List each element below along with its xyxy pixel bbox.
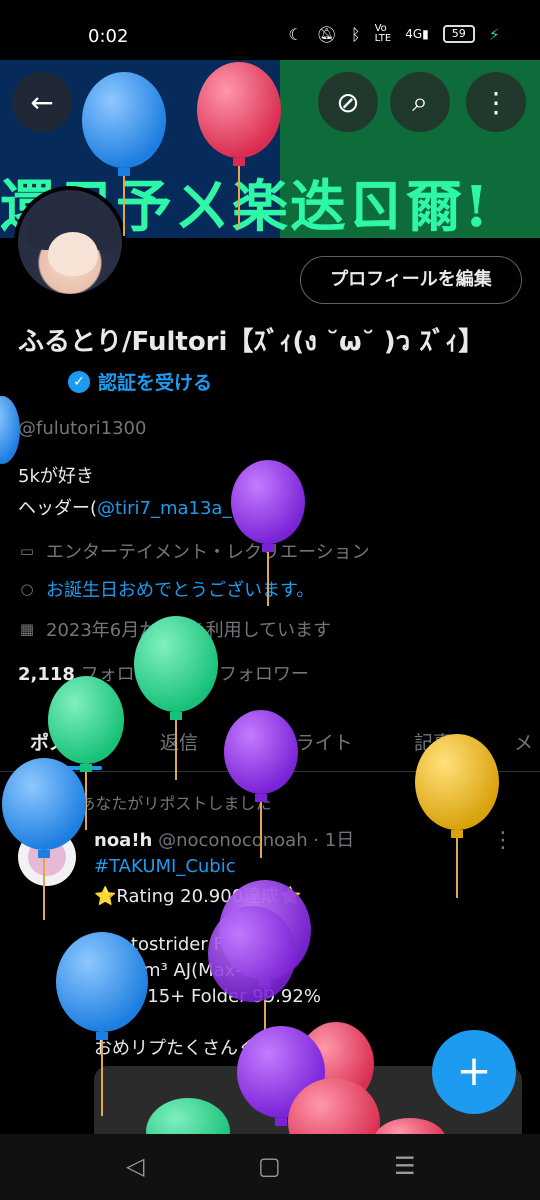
charging-icon: ⚡︎ [488,24,500,44]
briefcase-icon: ▭ [19,542,35,560]
nav-recents-icon[interactable]: ☰ [394,1152,416,1180]
post-time: · 1日 [313,830,355,851]
profile-handle: @fulutori1300 [18,418,147,439]
post-text-line: Cuvism³ AJ(Max-6) [94,960,261,981]
balloon [0,396,20,464]
bio-line-1: 5kが好き [18,466,94,487]
get-verified-label: 認証を受ける [98,372,213,394]
post-author-name[interactable]: noa!h [94,830,152,851]
system-nav-bar: ◁ ▢ ☰ [0,1134,540,1200]
repost-icon: ⇄ [54,792,68,812]
status-time: 0:02 [88,26,129,47]
nav-home-icon[interactable]: ▢ [258,1152,281,1180]
post-text-line: Stratostrider F [94,934,224,955]
post-text-line: おめリプたくさんください [94,1038,310,1059]
bell-off-icon: 🔕︎ [316,24,337,44]
profile-name: ふるとり/Fultori【ｽﾞｨ(ง ˘ω˘ )ว ｽﾞｨ】 [18,327,485,357]
tab-replies[interactable]: 返信 [160,728,198,755]
tab-media[interactable]: メ [514,728,533,755]
post-text-line: ⭐Rating 20.900達成⭐ [94,886,302,907]
tab-highlights[interactable]: ハイライト [258,728,353,755]
plus-icon: + [456,1046,492,1095]
nav-back-icon[interactable]: ◁ [126,1152,144,1180]
moon-icon: ☾ [288,24,303,44]
bio-line-2: ヘッダー(@tiri7_ma13a_) [18,498,239,519]
compose-button[interactable]: + [432,1030,516,1114]
post-more-icon[interactable]: ⋮ [492,828,514,853]
profile-tabs: ポスト 返信 ハイライト 記事 メ [0,716,540,772]
grok-icon: ⊘ [336,85,360,119]
edit-profile-button[interactable]: プロフィールを編集 [300,256,522,304]
profile-birthday: ○ お誕生日おめでとうございます。 [18,576,314,602]
more-button[interactable]: ⋮ [466,72,526,132]
active-tab-indicator [30,766,102,770]
get-verified-link[interactable]: ✓ 認証を受ける [68,368,212,395]
verified-badge-icon: ✓ [68,370,90,393]
bluetooth-icon: ᛒ [350,24,361,44]
following-link[interactable]: 2,118 フォロー [18,664,153,685]
more-vertical-icon: ⋮ [482,85,510,119]
repost-context: ⇄ あなたがリポストしました [54,792,272,814]
search-button[interactable]: ⌕ [390,72,450,132]
followers-link[interactable]: 729 フォロワー [176,664,309,685]
bio-mention-link[interactable]: @tiri7_ma13a_ [97,498,231,519]
post-author-handle[interactable]: @noconoconoah [158,830,308,851]
status-icons: ☾ 🔕︎ ᛒ Vo LTE 4G▮ 59 ⚡︎ [288,24,500,44]
balloon-icon: ○ [20,580,34,598]
post-header: noa!h @noconoconoah · 1日 [94,826,354,852]
profile-joined: ▦ 2023年6月からXを利用しています [19,620,332,641]
volte-icon: Vo LTE [374,23,392,44]
calendar-icon: ▦ [19,620,35,638]
grok-button[interactable]: ⊘ [318,72,378,132]
battery-icon: 59 [442,25,475,43]
post-hashtag[interactable]: #TAKUMI_Cubic [94,856,236,877]
arrow-left-icon: ← [30,85,54,119]
back-button[interactable]: ← [12,72,72,132]
follow-stats: 2,118 フォロー 729 フォロワー [18,660,309,686]
avatar[interactable] [14,186,126,298]
profile-category: ▭ エンターテイメント・レクリエーション [19,542,370,563]
search-icon: ⌕ [412,85,428,118]
tab-posts[interactable]: ポスト [30,728,87,755]
post-text-line: Level 15+ Folder 99.92% [94,986,321,1007]
tab-articles[interactable]: 記事 [414,728,452,755]
post-author-avatar[interactable] [18,828,76,886]
signal-4g-icon: 4G▮ [405,27,429,41]
